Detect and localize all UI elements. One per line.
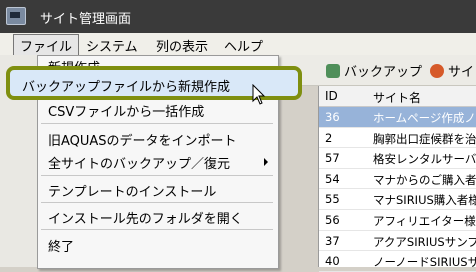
site-list[interactable]: ID サイト名 36 ホームページ作成ノ 2 胸郭出口症候群を治 57 格安レンタルサ…	[318, 86, 476, 272]
menu-item-import-old-aquas[interactable]: 旧AQUASのデータをインポート	[48, 130, 237, 149]
menu-separator	[41, 202, 273, 203]
menu-item-backup-restore-all[interactable]: 全サイトのバックアップ／復元	[48, 153, 230, 172]
row-name: マナSIRIUS購入者様	[373, 193, 476, 208]
list-header: ID サイト名	[319, 86, 476, 107]
site-icon	[430, 63, 444, 78]
column-site-name[interactable]: サイト名	[373, 89, 421, 106]
list-item[interactable]: 56 アフィリエイター様向	[319, 210, 476, 231]
row-name: ノーノードSIRIUSサ	[373, 255, 476, 270]
cursor-icon	[252, 84, 266, 105]
list-item[interactable]: 2 胸郭出口症候群を治	[319, 128, 476, 149]
list-item[interactable]: 37 アクアSIRIUSサンプル	[319, 231, 476, 252]
menu-file[interactable]: ファイル	[13, 34, 80, 57]
row-name: 胸郭出口症候群を治	[373, 131, 476, 146]
chevron-right-icon	[264, 158, 268, 166]
row-id: 56	[325, 212, 340, 227]
row-id: 54	[325, 171, 340, 186]
list-item[interactable]: 36 ホームページ作成ノ	[319, 107, 476, 128]
menu-item-open-install-folder[interactable]: インストール先のフォルダを開く	[48, 208, 243, 227]
row-id: 55	[325, 192, 340, 207]
menu-item-exit[interactable]: 終了	[48, 236, 74, 255]
title-bar: サイト管理画面	[0, 0, 476, 33]
menu-item-label: バックアップファイルから新規作成	[22, 80, 231, 95]
list-item[interactable]: 54 マナからのご購入者	[319, 169, 476, 190]
menu-separator	[41, 175, 273, 176]
list-item[interactable]: 55 マナSIRIUS購入者様	[319, 189, 476, 210]
row-id: 40	[325, 254, 340, 269]
list-item[interactable]: 57 格安レンタルサーバー	[319, 148, 476, 169]
menu-bar: ファイル システム 列の表示 ヘルプ	[0, 33, 476, 57]
column-id[interactable]: ID	[325, 89, 338, 103]
menu-system[interactable]: システム	[86, 36, 138, 55]
menu-item-csv-bulk-create[interactable]: CSVファイルから一括作成	[48, 101, 204, 120]
menu-separator	[41, 123, 273, 124]
row-id: 57	[325, 151, 340, 166]
row-name: 格安レンタルサーバー	[373, 152, 476, 167]
menu-help[interactable]: ヘルプ	[224, 36, 263, 55]
row-name: アフィリエイター様向	[373, 213, 476, 228]
row-id: 36	[325, 110, 340, 124]
backup-icon	[326, 63, 340, 78]
app-icon[interactable]	[6, 7, 26, 25]
menu-view[interactable]: 列の表示	[156, 36, 208, 55]
site-label: サイ	[448, 65, 475, 80]
row-id: 37	[325, 233, 340, 248]
site-button[interactable]: サイ	[430, 61, 474, 80]
toolbar: バックアップ サイ	[276, 55, 476, 86]
backup-button[interactable]: バックアップ	[326, 61, 422, 80]
row-name: マナからのご購入者	[373, 172, 476, 187]
menu-item-install-template[interactable]: テンプレートのインストール	[48, 181, 216, 200]
row-name: アクアSIRIUSサンプル	[373, 234, 476, 249]
backup-label: バックアップ	[344, 65, 423, 80]
row-name: ホームページ作成ノ	[373, 111, 476, 125]
list-item[interactable]: 40 ノーノードSIRIUSサ	[319, 251, 476, 272]
row-id: 2	[325, 130, 333, 145]
window-title: サイト管理画面	[40, 12, 132, 27]
menu-separator	[41, 229, 273, 230]
